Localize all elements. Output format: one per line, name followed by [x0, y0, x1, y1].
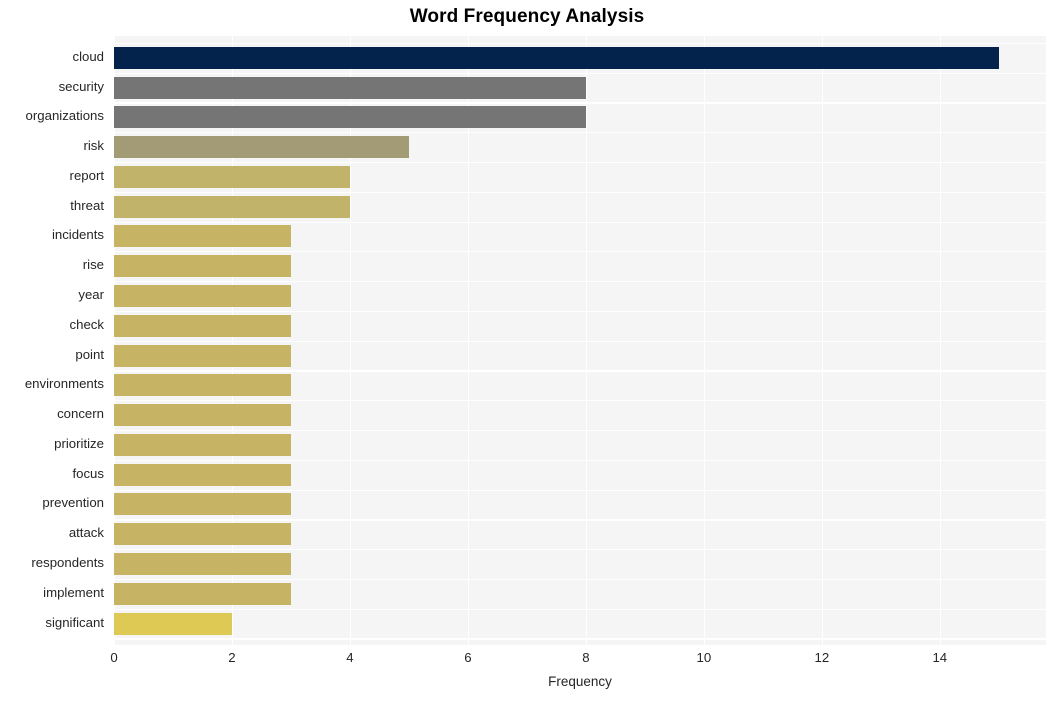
y-axis-tick-label: prevention [42, 495, 104, 511]
y-axis-tick-label: check [69, 316, 104, 332]
x-axis-label: Frequency [548, 674, 612, 689]
word-frequency-chart: Word Frequency Analysis cloud security org… [0, 0, 1054, 701]
x-axis-tick-label: 8 [582, 650, 590, 665]
x-axis-tick-label: 14 [932, 650, 948, 665]
y-axis-tick-label: rise [82, 257, 104, 273]
y-axis-tick-label: focus [72, 465, 104, 481]
y-axis-tick-label: respondents [31, 554, 104, 570]
y-axis-tick-label: implement [43, 584, 104, 600]
y-axis-tick-label: prioritize [54, 435, 104, 451]
x-axis-tick-label: 10 [696, 650, 712, 665]
y-axis-tick-label: risk [83, 138, 104, 154]
y-axis-tick-label: attack [68, 525, 104, 541]
y-axis-tick-label: incidents [51, 227, 104, 243]
x-axis-tick-label: 6 [464, 650, 472, 665]
y-axis-tick-label: concern [57, 406, 104, 422]
x-axis-tick-label: 4 [346, 650, 354, 665]
x-axis-tick-label: 0 [110, 650, 118, 665]
y-axis-tick-label: security [58, 78, 104, 94]
x-axis-tick-label: 12 [814, 650, 830, 665]
y-axis-tick-labels: cloud security organizations risk report thre… [0, 0, 1054, 701]
x-axis-tick-label: 2 [228, 650, 236, 665]
y-axis-tick-label: year [78, 286, 104, 302]
y-axis-tick-label: cloud [72, 48, 104, 64]
y-axis-tick-label: significant [45, 614, 104, 630]
y-axis-tick-label: organizations [25, 108, 104, 124]
y-axis-tick-label: threat [70, 197, 104, 213]
y-axis-tick-label: report [69, 167, 104, 183]
y-axis-tick-label: point [75, 346, 104, 362]
y-axis-tick-label: environments [24, 376, 104, 392]
